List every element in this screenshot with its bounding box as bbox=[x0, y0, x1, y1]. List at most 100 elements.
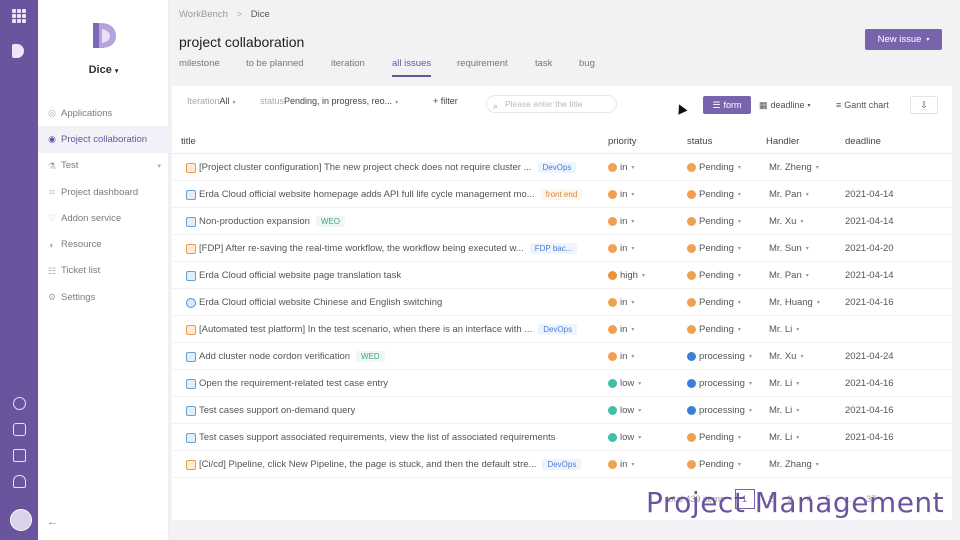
deadline-cell[interactable]: 2021-04-20 bbox=[845, 235, 925, 262]
deadline-cell[interactable]: 2021-04-16 bbox=[845, 370, 925, 397]
tab-all-issues[interactable]: all issues bbox=[392, 58, 432, 77]
handler-cell[interactable]: Mr. Li ▾ bbox=[769, 397, 841, 424]
status-filter[interactable]: statusPending, in progress, reo... ▾ bbox=[260, 96, 398, 106]
issue-title[interactable]: Erda Cloud official website homepage add… bbox=[199, 189, 535, 200]
deadline-cell[interactable]: 2021-04-16 bbox=[845, 424, 925, 451]
building-icon[interactable] bbox=[13, 449, 26, 462]
status-cell[interactable]: Pending ▾ bbox=[687, 289, 762, 316]
deadline-cell[interactable]: 2021-04-14 bbox=[845, 181, 925, 208]
status-cell[interactable]: Pending ▾ bbox=[687, 316, 762, 343]
issue-title[interactable]: [Project cluster configuration] The new … bbox=[199, 162, 532, 173]
column-title[interactable]: title bbox=[181, 136, 196, 147]
table-row[interactable]: Test cases support associated requiremen… bbox=[172, 424, 952, 451]
handler-cell[interactable]: Mr. Zhang ▾ bbox=[769, 451, 841, 478]
sidebar-item-ticket-list[interactable]: ☷ Ticket list bbox=[38, 258, 169, 284]
sidebar-item-applications[interactable]: ◎ Applications bbox=[38, 100, 169, 126]
handler-cell[interactable]: Mr. Xu ▾ bbox=[769, 208, 841, 235]
handler-cell[interactable]: Mr. Li ▾ bbox=[769, 370, 841, 397]
bell-icon[interactable] bbox=[13, 475, 26, 488]
handler-cell[interactable]: Mr. Huang ▾ bbox=[769, 289, 841, 316]
brand-selector[interactable]: Dice ▾ bbox=[38, 64, 169, 76]
dice-logo-icon[interactable] bbox=[12, 44, 24, 58]
issue-title[interactable]: [Ci/cd] Pipeline, click New Pipeline, th… bbox=[199, 459, 536, 470]
priority-cell[interactable]: in ▾ bbox=[608, 235, 678, 262]
issue-title[interactable]: Open the requirement-related test case e… bbox=[199, 378, 388, 389]
status-cell[interactable]: Pending ▾ bbox=[687, 262, 762, 289]
table-row[interactable]: Erda Cloud official website Chinese and … bbox=[172, 289, 952, 316]
tab-task[interactable]: task bbox=[535, 58, 552, 69]
table-row[interactable]: Open the requirement-related test case e… bbox=[172, 370, 952, 397]
tab-bug[interactable]: bug bbox=[579, 58, 595, 69]
deadline-cell[interactable]: 2021-04-16 bbox=[845, 289, 925, 316]
deadline-view-button[interactable]: ▦ deadline ▾ bbox=[759, 96, 811, 114]
status-cell[interactable]: processing ▾ bbox=[687, 397, 762, 424]
iteration-filter[interactable]: IterationAll ▾ bbox=[187, 96, 236, 106]
status-cell[interactable]: Pending ▾ bbox=[687, 208, 762, 235]
handler-cell[interactable]: Mr. Li ▾ bbox=[769, 424, 841, 451]
user-avatar[interactable] bbox=[10, 509, 32, 531]
status-cell[interactable]: Pending ▾ bbox=[687, 154, 762, 181]
handler-cell[interactable]: Mr. Pan ▾ bbox=[769, 181, 841, 208]
tab-requirement[interactable]: requirement bbox=[457, 58, 508, 69]
status-cell[interactable]: Pending ▾ bbox=[687, 451, 762, 478]
table-row[interactable]: [Project cluster configuration] The new … bbox=[172, 154, 952, 181]
issue-title[interactable]: [FDP] After re-saving the real-time work… bbox=[199, 243, 524, 254]
handler-cell[interactable]: Mr. Zheng ▾ bbox=[769, 154, 841, 181]
add-filter-button[interactable]: + filter bbox=[433, 96, 458, 106]
sidebar-item-project-collaboration[interactable]: ◉ Project collaboration bbox=[38, 126, 169, 153]
status-cell[interactable]: Pending ▾ bbox=[687, 424, 762, 451]
gantt-view-button[interactable]: ≡ Gantt chart bbox=[836, 96, 889, 114]
tab-milestone[interactable]: milestone bbox=[179, 58, 220, 69]
table-row[interactable]: Test cases support on-demand query low ▾ pr… bbox=[172, 397, 952, 424]
deadline-cell[interactable]: 2021-04-24 bbox=[845, 343, 925, 370]
issue-title[interactable]: [Automated test platform] In the test sc… bbox=[199, 324, 532, 335]
priority-cell[interactable]: in ▾ bbox=[608, 289, 678, 316]
priority-cell[interactable]: in ▾ bbox=[608, 343, 678, 370]
priority-cell[interactable]: low ▾ bbox=[608, 397, 678, 424]
collapse-sidebar-icon[interactable]: ← bbox=[47, 516, 58, 528]
issue-title[interactable]: Non-production expansion bbox=[199, 216, 310, 227]
rocket-icon[interactable] bbox=[13, 423, 26, 436]
tab-to-be-planned[interactable]: to be planned bbox=[246, 58, 304, 69]
search-input[interactable]: ⌕ Please enter the title bbox=[486, 95, 617, 113]
priority-cell[interactable]: in ▾ bbox=[608, 208, 678, 235]
deadline-cell[interactable] bbox=[845, 451, 925, 478]
tab-iteration[interactable]: iteration bbox=[331, 58, 365, 69]
priority-cell[interactable]: in ▾ bbox=[608, 451, 678, 478]
deadline-cell[interactable]: 2021-04-16 bbox=[845, 397, 925, 424]
table-row[interactable]: Erda Cloud official website homepage add… bbox=[172, 181, 952, 208]
table-row[interactable]: Non-production expansion WEO in ▾ Pending ▾ Mr… bbox=[172, 208, 952, 235]
priority-cell[interactable]: in ▾ bbox=[608, 316, 678, 343]
table-row[interactable]: Erda Cloud official website page transla… bbox=[172, 262, 952, 289]
breadcrumb-root[interactable]: WorkBench bbox=[179, 9, 228, 20]
status-cell[interactable]: Pending ▾ bbox=[687, 181, 762, 208]
priority-cell[interactable]: low ▾ bbox=[608, 370, 678, 397]
issue-title[interactable]: Test cases support on-demand query bbox=[199, 405, 355, 416]
help-icon[interactable] bbox=[13, 397, 26, 410]
form-view-button[interactable]: ☰ form bbox=[703, 96, 751, 114]
deadline-cell[interactable]: 2021-04-14 bbox=[845, 262, 925, 289]
issue-title[interactable]: Erda Cloud official website Chinese and … bbox=[199, 297, 442, 308]
sidebar-item-project-dashboard[interactable]: ⌗ Project dashboard bbox=[38, 179, 169, 205]
table-row[interactable]: [Automated test platform] In the test sc… bbox=[172, 316, 952, 343]
table-row[interactable]: Add cluster node cordon verification WED i… bbox=[172, 343, 952, 370]
sidebar-item-test[interactable]: ⚗ Test ▾ bbox=[38, 153, 169, 179]
priority-cell[interactable]: low ▾ bbox=[608, 424, 678, 451]
handler-cell[interactable]: Mr. Xu ▾ bbox=[769, 343, 841, 370]
handler-cell[interactable]: Mr. Pan ▾ bbox=[769, 262, 841, 289]
column-handler[interactable]: Handler bbox=[766, 136, 799, 147]
handler-cell[interactable]: Mr. Sun ▾ bbox=[769, 235, 841, 262]
sidebar-item-settings[interactable]: ⚙ Settings bbox=[38, 284, 169, 310]
column-priority[interactable]: priority bbox=[608, 136, 637, 147]
handler-cell[interactable]: Mr. Li ▾ bbox=[769, 316, 841, 343]
table-row[interactable]: [FDP] After re-saving the real-time work… bbox=[172, 235, 952, 262]
status-cell[interactable]: processing ▾ bbox=[687, 370, 762, 397]
issue-title[interactable]: Add cluster node cordon verification bbox=[199, 351, 350, 362]
deadline-cell[interactable] bbox=[845, 316, 925, 343]
status-cell[interactable]: processing ▾ bbox=[687, 343, 762, 370]
app-grid-icon[interactable] bbox=[12, 9, 26, 23]
sidebar-item-resource[interactable]: ◐ Resource bbox=[38, 231, 169, 257]
priority-cell[interactable]: high ▾ bbox=[608, 262, 678, 289]
priority-cell[interactable]: in ▾ bbox=[608, 181, 678, 208]
deadline-cell[interactable]: 2021-04-14 bbox=[845, 208, 925, 235]
